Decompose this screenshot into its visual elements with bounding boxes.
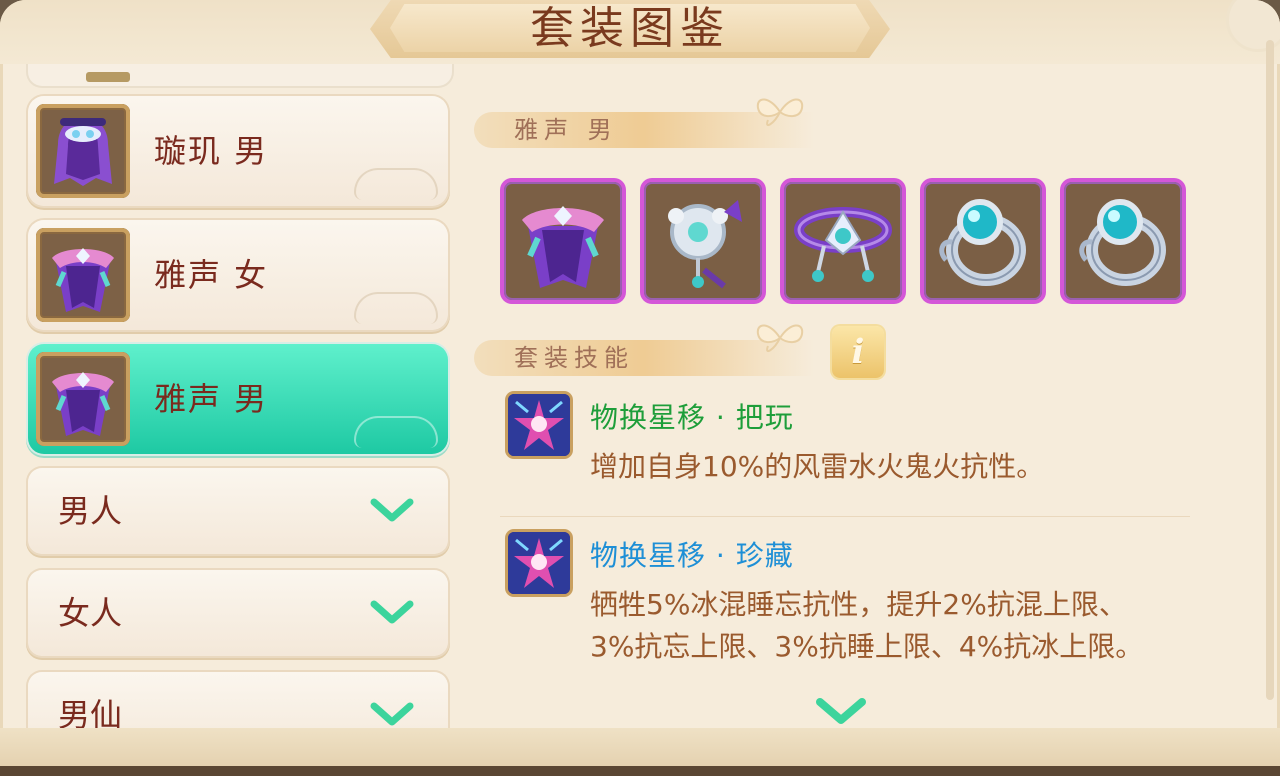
category-label: 女人 [58,594,123,632]
scroll-more-chevron-icon[interactable] [816,698,866,728]
category-label: 男仙 [58,696,123,728]
cloud-decoration [354,168,438,200]
window-frame: 套装图鉴 璇玑 男 雅声 女 雅声 男 男人 女人 男仙 雅声 男 套装技能 i… [0,0,1280,776]
skill-description: 增加自身10%的风雷水火鬼火抗性。 [590,450,1045,483]
skill-description: 牺牲5%冰混睡忘抗性，提升2%抗混上限、3%抗忘上限、3%抗睡上限、4%抗冰上限… [590,588,1144,663]
star-skill-icon[interactable] [508,394,570,456]
skill-name: 物换星移 · 把玩 [590,401,794,434]
suit-item-label: 雅声 女 [154,256,269,294]
skill-name: 物换星移 · 珍藏 [590,539,794,572]
skill-entry-2: 物换星移 · 珍藏 牺牲5%冰混睡忘抗性，提升2%抗混上限、3%抗忘上限、3%抗… [506,532,1186,722]
suit-item-label: 璇玑 男 [154,132,269,170]
chevron-down-icon[interactable] [370,498,414,524]
suit-list[interactable]: 璇玑 男 雅声 女 雅声 男 男人 女人 男仙 [24,64,456,728]
category-label: 男人 [58,492,123,530]
crystal-tiara-icon [794,207,892,282]
violet-cape-icon [522,206,604,288]
equipment-slot-pendant[interactable] [644,182,762,300]
violet-cape-icon [36,228,130,322]
equipment-slot-ring-1[interactable] [924,182,1042,300]
bottom-frame-edge [0,766,1280,776]
skill-divider [500,516,1190,517]
suit-detail-panel: 雅声 男 套装技能 i 物换星移 · 把玩 增加自身10%的风雷水火鬼火抗性。 … [470,64,1210,728]
suit-item-yasheng-female[interactable]: 雅声 女 [28,220,448,330]
category-male[interactable]: 男人 [28,468,448,554]
list-item-partial[interactable] [28,64,452,86]
equipment-slot-tiara[interactable] [784,182,902,300]
chevron-down-icon[interactable] [370,600,414,626]
category-female[interactable]: 女人 [28,570,448,656]
star-skill-icon[interactable] [508,532,570,594]
equipment-slot-cape[interactable] [504,182,622,300]
window-title: 套装图鉴 [530,3,730,54]
info-button[interactable]: i [832,326,884,378]
silver-pendant-icon [668,200,742,289]
skill-entry-1: 物换星移 · 把玩 增加自身10%的风雷水火鬼火抗性。 [506,394,1186,504]
equipment-slot-ring-2[interactable] [1064,182,1182,300]
suit-item-yasheng-male[interactable]: 雅声 男 [28,344,448,454]
cloud-decoration [354,292,438,324]
purple-hood-icon [36,104,130,198]
suit-item-xuanji-male[interactable]: 璇玑 男 [28,96,448,206]
suit-title: 雅声 男 [514,116,618,144]
turquoise-ring-icon [1079,199,1166,286]
window-scrollbar[interactable] [1266,40,1274,700]
turquoise-ring-icon [939,199,1026,286]
violet-cape-icon [36,352,130,446]
info-icon: i [851,332,865,372]
suit-item-label: 雅声 男 [154,380,269,418]
skills-header: 套装技能 [514,344,634,372]
cloud-decoration [354,416,438,448]
category-male-immortal[interactable]: 男仙 [28,672,448,728]
butterfly-ornament-icon [756,98,804,127]
butterfly-ornament-icon [756,324,804,353]
item-icon-edge [86,72,130,82]
chevron-down-icon[interactable] [370,702,414,728]
